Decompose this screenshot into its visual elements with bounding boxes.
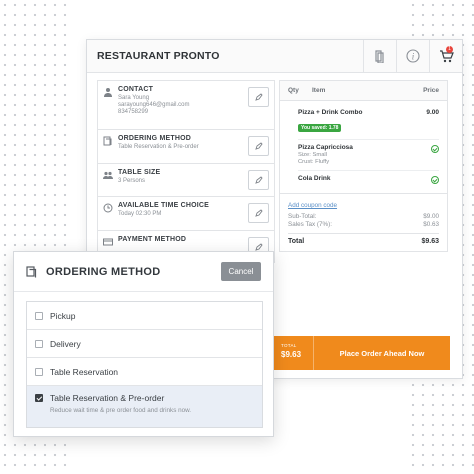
item-name: Pizza Capricciosa [298,144,353,151]
step-detail: 834758299 [118,109,149,115]
cancel-button[interactable]: Cancel [221,262,261,281]
book-icon [375,49,384,63]
order-item: Cola Drink [298,171,439,187]
checkout-steps: CONTACT Sara Young sarayoung646@gmail.co… [97,80,275,263]
subtotal-value: $9.00 [423,213,439,220]
footer-total-value: $9.63 [281,350,302,359]
tax-row: Sales Tax (7%): $0.63 [288,221,439,228]
option-table-reservation[interactable]: Table Reservation [27,358,262,386]
item-header: Item [312,87,326,94]
subtotal-row: Sub-Total: $9.00 [288,213,439,220]
menu-book-icon [26,265,37,277]
pencil-icon [254,93,263,101]
option-label: Table Reservation & Pre-order [50,393,165,403]
edit-time-button[interactable] [248,203,269,223]
order-item: Pizza Capricciosa Size: Small Crust: Flu… [298,140,439,171]
checkbox[interactable] [35,367,43,376]
credit-card-icon [103,238,113,245]
item-name: Cola Drink [298,175,331,182]
option-table-reservation-preorder[interactable]: Table Reservation & Pre-order Reduce wai… [27,386,262,427]
group-icon [103,171,113,179]
pencil-icon [254,142,263,150]
check-circle-icon [431,145,439,153]
order-items: Pizza + Drink Combo You saved: 1.78 9.00… [280,101,447,187]
total-value: $9.63 [421,238,439,245]
subtotal-label: Sub-Total: [288,213,317,220]
pencil-icon [254,175,263,184]
item-price: 9.00 [426,109,439,116]
add-coupon-link[interactable]: Add coupon code [288,202,439,209]
tax-value: $0.63 [423,221,439,228]
pencil-icon [254,242,263,251]
cart-button[interactable]: 1 [429,40,462,73]
person-icon [104,88,112,97]
footer-total: TOTAL $9.63 [272,336,314,370]
option-label: Delivery [50,338,81,349]
order-table-header: Qty Item Price [280,81,447,101]
checkbox[interactable] [35,339,43,348]
menu-book-button[interactable] [363,40,396,73]
order-item: Pizza + Drink Combo You saved: 1.78 9.00 [298,105,439,140]
option-description: Reduce wait time & pre order food and dr… [50,407,192,414]
order-totals: Add coupon code Sub-Total: $9.00 Sales Ta… [280,193,447,251]
pencil-icon [254,209,263,217]
price-header: Price [423,87,439,94]
clock-icon [103,203,113,213]
item-name: Pizza + Drink Combo [298,109,363,116]
option-pickup[interactable]: Pickup [27,302,262,330]
tax-label: Sales Tax (7%): [288,221,332,228]
step-ordering-method: ORDERING METHOD Table Reservation & Pre-… [97,129,275,163]
modal-header: ORDERING METHOD Cancel [14,252,273,292]
qty-header: Qty [288,87,299,94]
edit-table-size-button[interactable] [248,169,269,190]
app-title: RESTAURANT PRONTO [97,50,220,62]
check-circle-icon [431,176,439,184]
option-delivery[interactable]: Delivery [27,330,262,358]
svg-text:i: i [412,52,415,62]
place-order-button[interactable]: Place Order Ahead Now [314,336,450,370]
total-label: Total [288,238,305,245]
edit-contact-button[interactable] [248,87,269,107]
footer-total-label: TOTAL [281,343,297,348]
step-table-size: TABLE SIZE 3 Persons [97,162,275,196]
app-header: RESTAURANT PRONTO i 1 [87,40,462,73]
step-contact: CONTACT Sara Young sarayoung646@gmail.co… [97,80,275,129]
option-label: Table Reservation [50,366,119,377]
item-option: Size: Small [298,152,327,158]
place-order-bar: TOTAL $9.63 Place Order Ahead Now [272,336,450,370]
menu-book-icon [103,136,112,146]
ordering-method-options: Pickup Delivery Table Reservation Table … [26,301,263,428]
item-option: Crust: Fluffy [298,159,330,165]
step-available-time: AVAILABLE TIME CHOICE Today 02:30 PM [97,196,275,230]
ordering-method-modal: ORDERING METHOD Cancel Pickup Delivery T… [13,251,274,437]
total-row: Total $9.63 [288,233,439,251]
modal-title: ORDERING METHOD [46,265,161,278]
option-label: Pickup [50,310,76,321]
checkbox[interactable] [35,311,43,320]
cart-count-badge: 1 [446,45,453,53]
option-text: Table Reservation & Pre-order Reduce wai… [50,393,191,414]
savings-badge: You saved: 1.78 [298,124,342,132]
info-button[interactable]: i [396,40,429,73]
checkbox-checked[interactable] [35,394,43,402]
edit-ordering-method-button[interactable] [248,136,269,156]
info-icon: i [406,49,420,63]
order-summary: Qty Item Price Pizza + Drink Combo You s… [279,80,448,252]
